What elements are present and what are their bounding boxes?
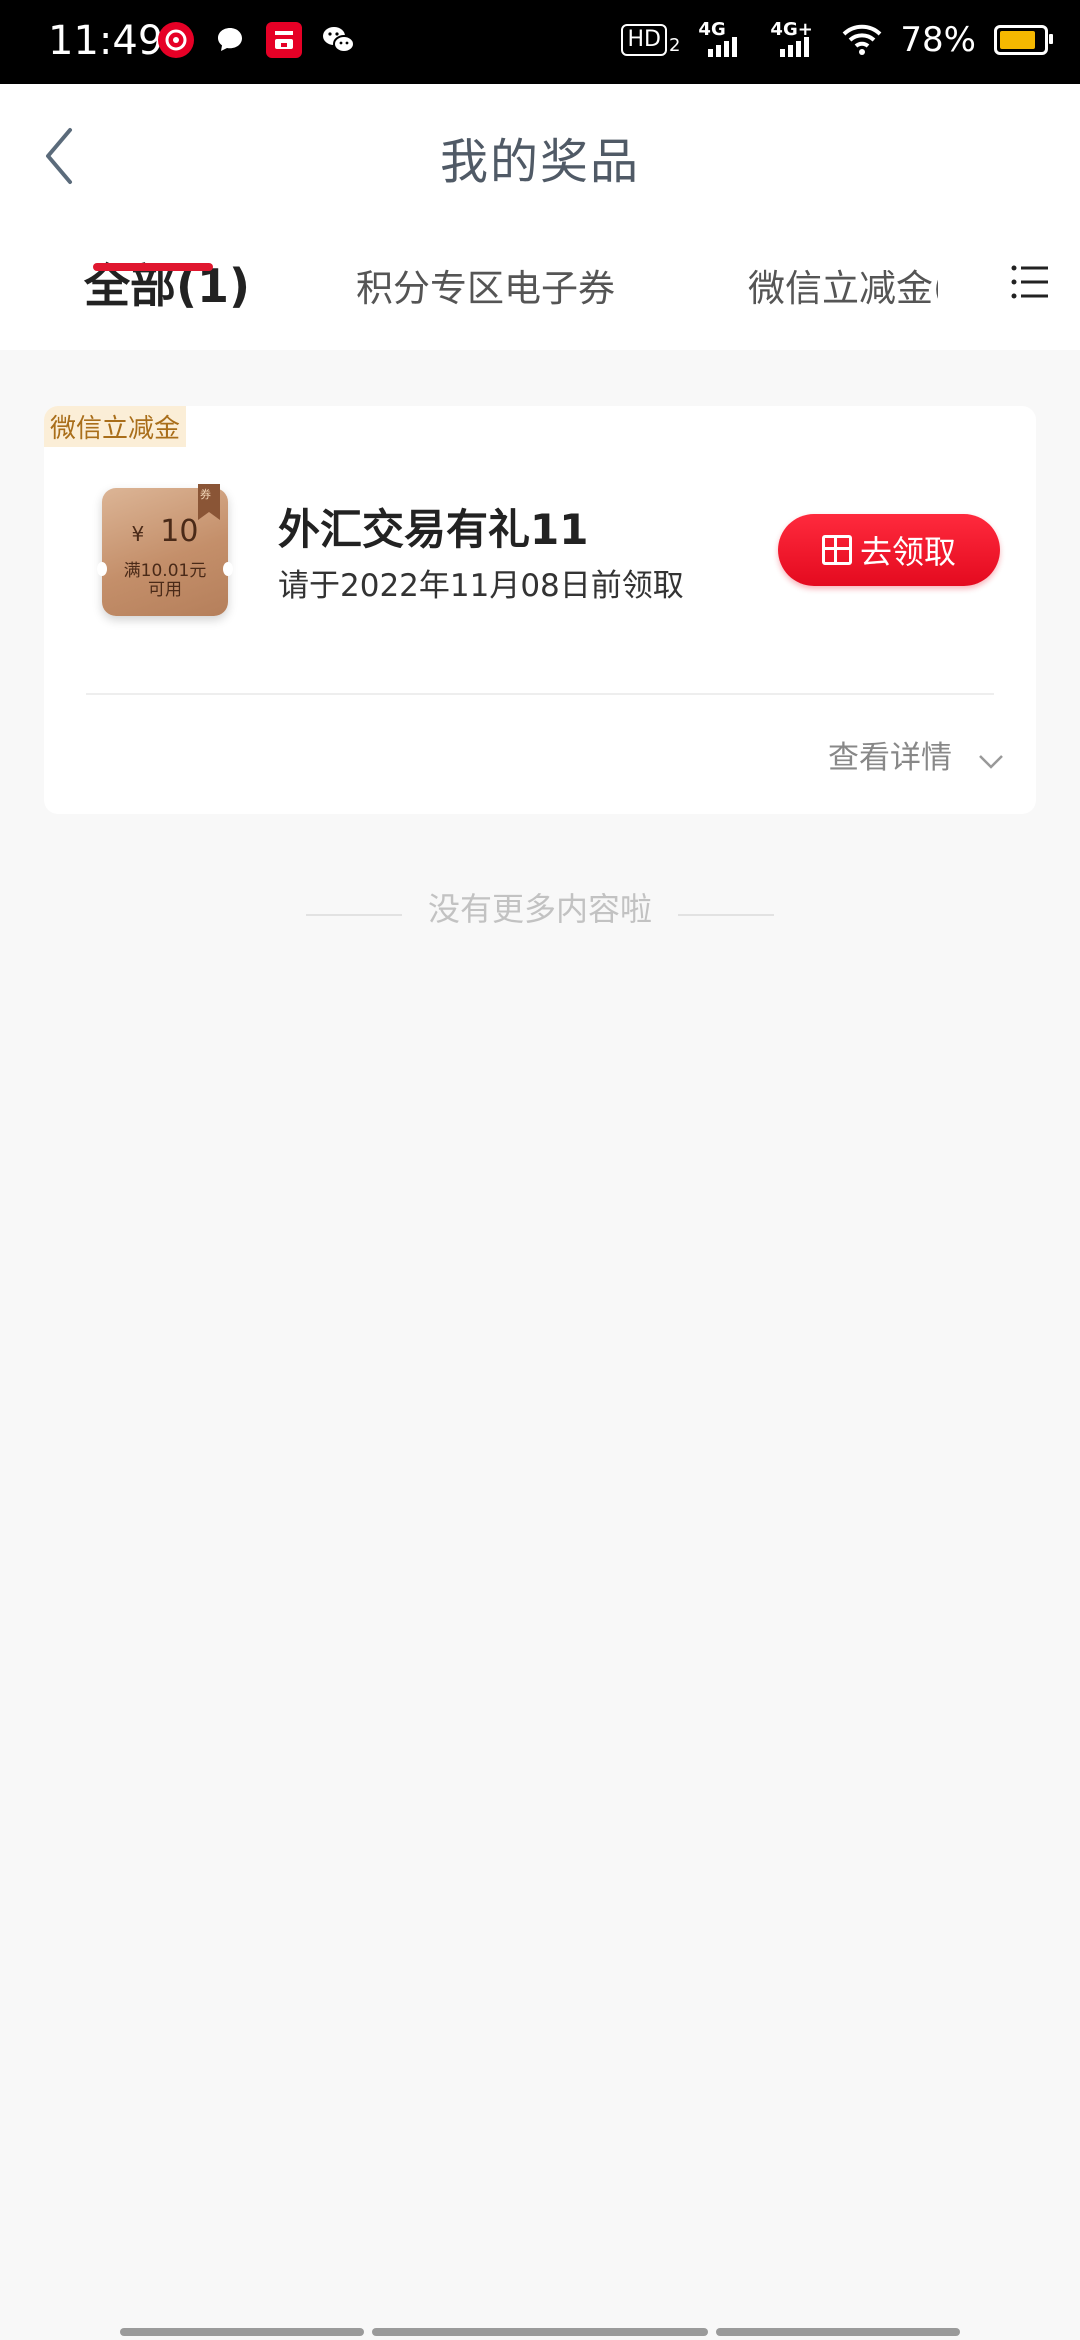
page-title: 我的奖品 (439, 134, 640, 190)
coupon-thumbnail: 券 ¥10 满10.01元 可用 (97, 484, 233, 616)
tab-all[interactable]: 全部(1) (84, 250, 250, 316)
status-bar: 11:49 HD 2 4G 4G+ 78% (0, 0, 1080, 84)
nav-bar-segment-center[interactable] (372, 2328, 708, 2336)
coupon-condition-line2: 可用 (148, 580, 182, 600)
prize-card: 微信立减金 券 ¥10 满10.01元 可用 外汇交易有礼11 请于2022年1… (44, 406, 1036, 814)
signal-4g-plus-icon: 4G+ (770, 21, 824, 59)
coupon-value: 10 (160, 514, 199, 549)
nav-bar-segment-left[interactable] (120, 2328, 364, 2336)
tab-list-menu-icon[interactable] (1010, 262, 1050, 302)
divider-right (678, 914, 774, 916)
tab-bar: 全部(1) 积分专区电子券 微信立减金( (0, 244, 1080, 340)
coupon-ribbon-icon: 券 (198, 484, 220, 520)
wechat-icon (320, 22, 356, 58)
prize-type-tag: 微信立减金 (44, 406, 187, 447)
gift-icon (821, 535, 852, 565)
battery-percent: 78% (900, 20, 976, 60)
nav-bar-segment-right[interactable] (716, 2328, 960, 2336)
battery-icon (994, 25, 1053, 55)
message-icon (212, 22, 248, 58)
page-header: 我的奖品 全部(1) 积分专区电子券 微信立减金( (0, 84, 1080, 350)
coupon-amount: ¥10 (102, 514, 228, 549)
prize-deadline: 请于2022年11月08日前领取 (278, 568, 684, 604)
signal-4g-icon: 4G (698, 21, 752, 59)
hd-icon: HD 2 (621, 24, 680, 56)
card-divider (86, 693, 994, 695)
notification-icons (158, 22, 356, 58)
prize-title: 外汇交易有礼11 (278, 505, 589, 554)
status-time: 11:49 (48, 18, 164, 64)
hd-label: HD (621, 24, 667, 56)
coupon-condition-line1: 满10.01元 (123, 561, 207, 581)
tab-points-coupons[interactable]: 积分专区电子券 (356, 258, 615, 312)
no-more-content-text: 没有更多内容啦 (427, 890, 652, 928)
claim-button[interactable]: 去领取 (778, 514, 1000, 586)
claim-button-label: 去领取 (859, 533, 956, 571)
status-right-icons: HD 2 4G 4G+ 78% (621, 20, 1053, 60)
hd-sub: 2 (668, 35, 681, 56)
wifi-icon (843, 24, 882, 55)
netease-music-icon (158, 22, 194, 58)
coupon-condition: 满10.01元 可用 (102, 562, 228, 600)
coupon-badge: 券 (200, 488, 211, 501)
bank-app-icon (266, 22, 302, 58)
active-tab-indicator (93, 263, 213, 271)
chevron-down-icon[interactable] (978, 754, 1004, 770)
coupon-currency: ¥ (131, 522, 145, 546)
view-details-link[interactable]: 查看详情 (828, 732, 952, 777)
tab-wechat-cash[interactable]: 微信立减金( (748, 258, 938, 312)
